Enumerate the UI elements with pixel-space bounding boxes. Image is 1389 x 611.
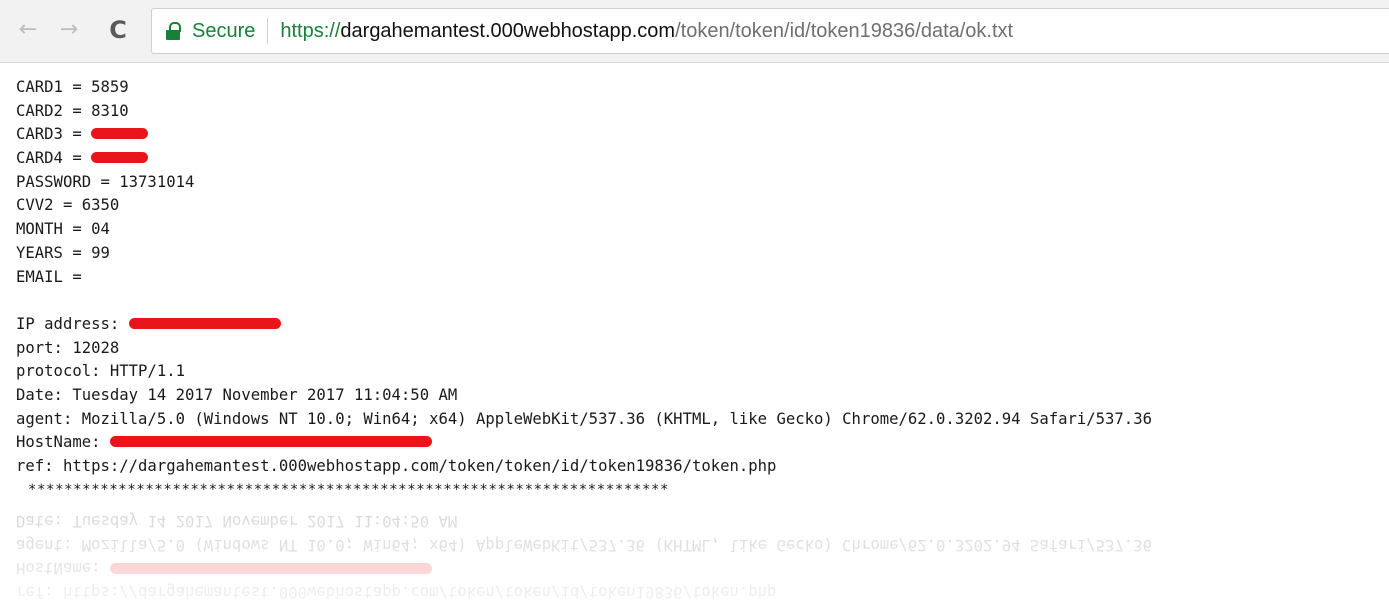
reload-icon[interactable]: C [104,16,132,44]
reflection-inner: ref: https://dargahemantest.000webhostap… [16,508,1152,603]
separator-stars: ****************************************… [28,482,670,498]
back-arrow-icon[interactable]: ← [14,16,42,44]
password-line: PASSWORD = 13731014 [16,172,195,191]
secure-label[interactable]: Secure [192,20,255,43]
redaction-mark [91,128,149,140]
address-bar[interactable]: Secure https://dargahemantest.000webhost… [151,8,1389,54]
address-separator [267,18,269,44]
card3-label: CARD3 = [16,125,92,144]
card1-line: CARD1 = 5859 [16,78,129,96]
card3-line: CARD3 = [16,123,1389,147]
ref-line: ref: https://dargahemantest.000webhostap… [16,457,777,475]
reflection-date-line: Date: Tuesday 14 2017 November 2017 11:0… [16,511,458,530]
cvv2-line: CVV2 = 6350 [16,196,120,215]
reflection-agent-line: agent: Mozilla/5.0 (Windows NT 10.0; Win… [16,535,1152,554]
port-line: port: 12028 [16,338,120,357]
agent-line: agent: Mozilla/5.0 (Windows NT 10.0; Win… [16,409,1152,428]
redaction-mark [109,563,432,575]
text-reflection: ref: https://dargahemantest.000webhostap… [16,507,1389,611]
url-scheme: https:// [280,19,341,42]
card2-line: CARD2 = 8310 [16,101,129,120]
redaction-mark [128,317,281,329]
lock-icon[interactable] [166,22,182,40]
protocol-line: protocol: HTTP/1.1 [16,362,185,381]
years-line: YEARS = 99 [16,243,110,262]
hostname-label: HostName: [16,433,110,452]
text-document: CARD1 = 5859 CARD2 = 8310 CARD3 = CARD4 … [16,76,1389,479]
reflection-hostname-label: HostName: [16,559,110,578]
redaction-mark [109,436,432,448]
reflection-hostname-line: HostName: [16,556,1152,580]
date-line: Date: Tuesday 14 2017 November 2017 11:0… [16,385,458,404]
card4-line: CARD4 = [16,147,1389,171]
email-line: EMAIL = [16,267,82,286]
ip-label: IP address: [16,314,129,333]
forward-arrow-icon[interactable]: → [55,16,83,44]
url-path: /token/token/id/token19836/data/ok.txt [675,19,1014,42]
url-text[interactable]: https://dargahemantest.000webhostapp.com… [280,20,1013,43]
url-host: dargahemantest.000webhostapp.com [340,19,676,42]
card4-label: CARD4 = [16,149,92,168]
redaction-mark [91,152,149,164]
month-line: MONTH = 04 [16,220,110,239]
hostname-line: HostName: [16,431,1389,455]
browser-toolbar: ← → C Secure https://dargahemantest.000w… [0,0,1389,63]
ip-line: IP address: [16,313,1389,337]
reflection-ref-line: ref: https://dargahemantest.000webhostap… [16,583,777,601]
